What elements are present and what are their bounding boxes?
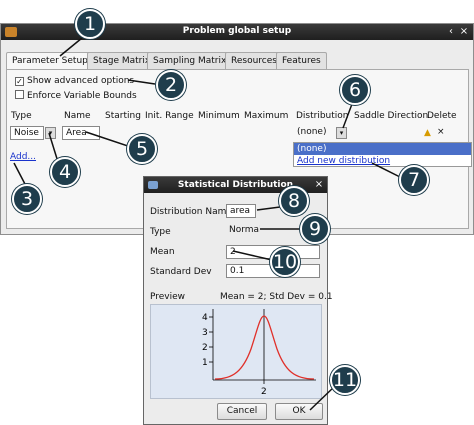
leader-4 (48, 132, 59, 163)
callout-4: 4 (50, 157, 80, 187)
leader-11 (309, 385, 336, 411)
leader-10 (232, 250, 273, 261)
leader-6 (342, 103, 353, 129)
leader-1 (59, 37, 83, 57)
leader-3 (13, 162, 27, 187)
leader-7 (371, 162, 401, 178)
callout-11: 11 (330, 365, 360, 395)
callout-6: 6 (340, 75, 370, 105)
callout-9: 9 (300, 214, 330, 244)
leader-5 (85, 131, 129, 147)
leader-2 (127, 79, 156, 85)
leader-8 (256, 206, 281, 211)
callout-3: 3 (12, 184, 42, 214)
callout-8: 8 (279, 186, 309, 216)
callout-leaders (13, 37, 401, 411)
callout-7: 7 (399, 165, 429, 195)
callout-1: 1 (75, 9, 105, 39)
callout-5: 5 (127, 134, 157, 164)
callout-10: 10 (270, 247, 300, 277)
callout-2: 2 (156, 70, 186, 100)
